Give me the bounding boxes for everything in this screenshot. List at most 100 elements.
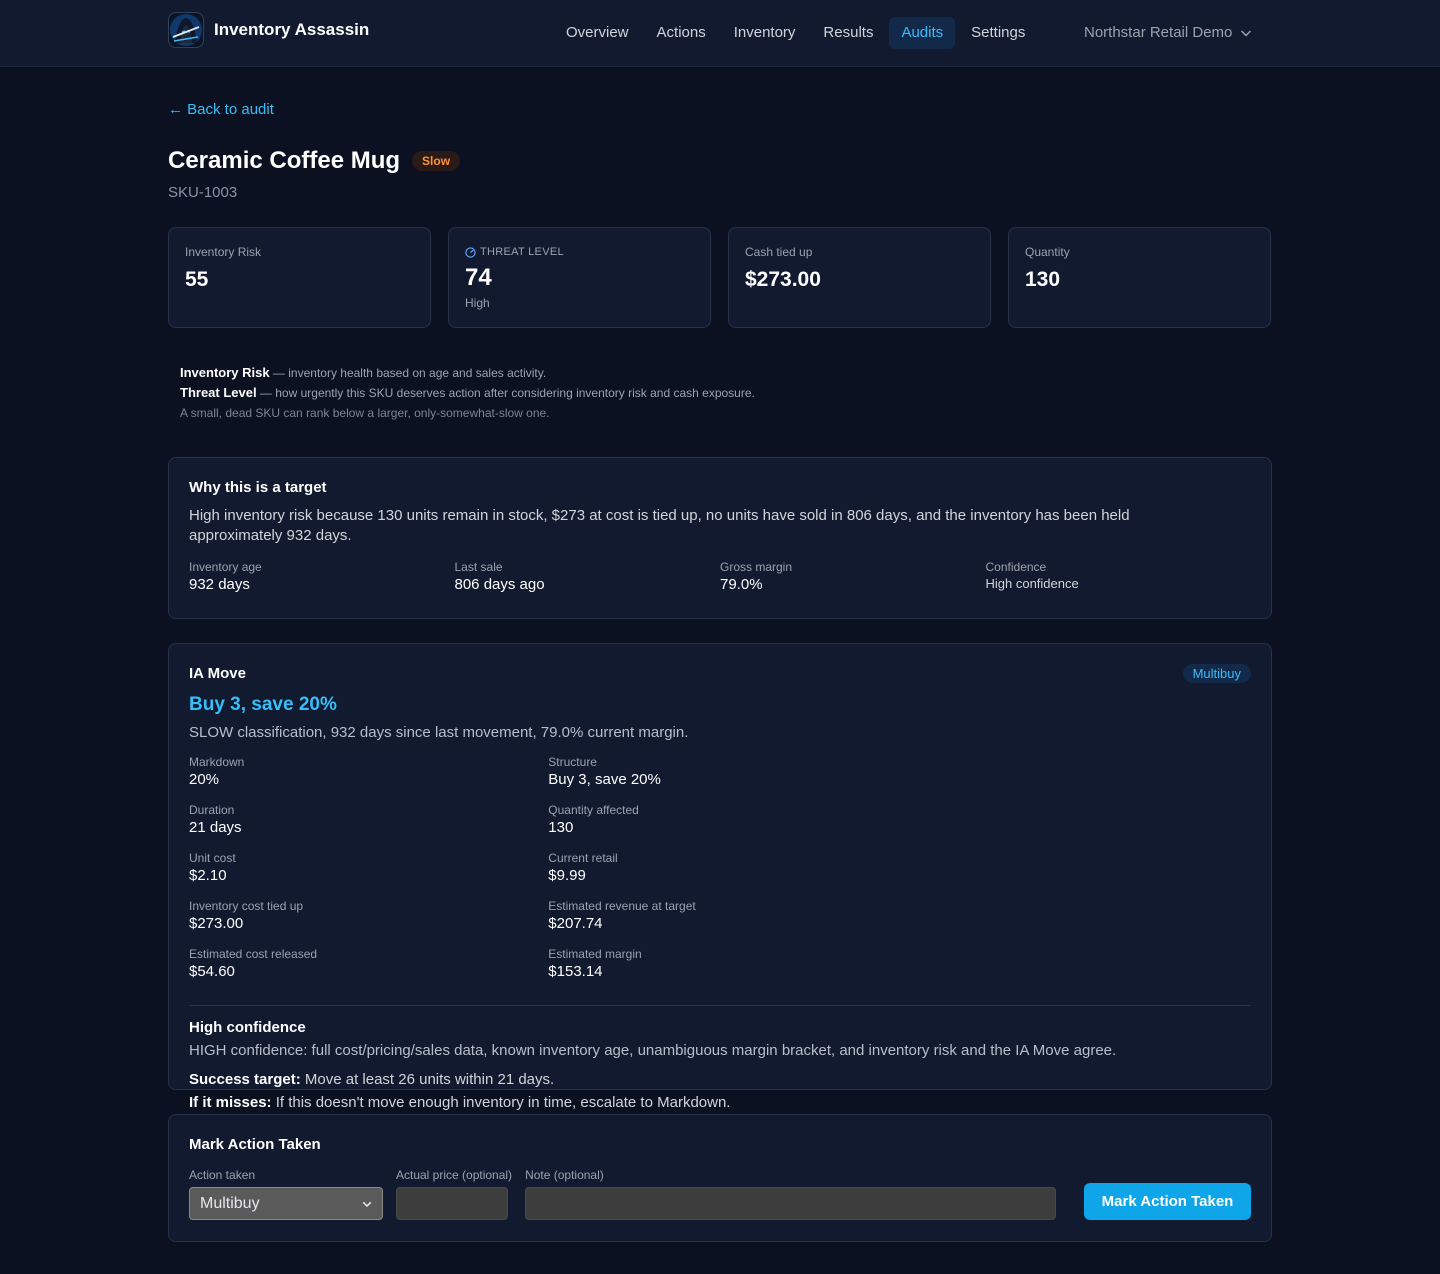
note-input[interactable] (525, 1187, 1057, 1220)
divider (189, 1005, 1251, 1006)
card-title: IA Move (189, 665, 246, 682)
note-field: Note (optional) (525, 1168, 1057, 1220)
metric-inventory-age: Inventory age 932 days (189, 560, 455, 593)
legend-threat: Threat Level — how urgently this SKU des… (180, 383, 755, 403)
detail-structure: Structure Buy 3, save 20% (548, 755, 907, 803)
stat-cards: Inventory Risk 55 THREAT LEVEL 74 High C… (168, 227, 1272, 328)
metric-last-sale: Last sale 806 days ago (455, 560, 721, 593)
stat-card-cash-tied-up: Cash tied up $273.00 (728, 227, 991, 328)
nav-actions[interactable]: Actions (645, 17, 718, 49)
detail-current-retail: Current retail $9.99 (548, 851, 907, 899)
detail-estimated-cost-released: Estimated cost released $54.60 (189, 947, 548, 995)
nav-audits[interactable]: Audits (889, 17, 956, 49)
brand-name: Inventory Assassin (214, 20, 370, 39)
field-label: Note (optional) (525, 1168, 604, 1182)
stat-label: Inventory Risk (185, 245, 262, 259)
detail-label: Inventory cost tied up (189, 899, 304, 913)
app-logo-icon (168, 12, 204, 48)
success-target: Success target: Move at least 26 units w… (189, 1071, 1251, 1088)
field-label: Action taken (189, 1168, 256, 1182)
nav-results[interactable]: Results (811, 17, 885, 49)
miss-fallback: If it misses: If this doesn't move enoug… (189, 1094, 1251, 1111)
why-explanation: High inventory risk because 130 units re… (189, 507, 1130, 544)
actual-price-field: Actual price (optional) (396, 1168, 512, 1220)
detail-value: $273.00 (189, 915, 244, 932)
chevron-down-icon (1241, 30, 1252, 37)
detail-label: Estimated revenue at target (548, 899, 696, 913)
legend-term: Threat Level (180, 385, 257, 400)
stat-value: 55 (185, 268, 209, 291)
move-details: Markdown 20% Structure Buy 3, save 20% D… (189, 755, 1251, 995)
detail-estimated-margin: Estimated margin $153.14 (548, 947, 907, 995)
title-row: Ceramic Coffee Mug Slow (168, 147, 461, 175)
stat-label-row: THREAT LEVEL (465, 244, 694, 260)
nav-inventory[interactable]: Inventory (722, 17, 808, 49)
actual-price-input[interactable] (396, 1187, 508, 1220)
metric-label: Confidence (985, 560, 1047, 574)
action-form: Action taken Multibuy Actual price (opti… (189, 1168, 1069, 1220)
metric-label: Inventory age (189, 560, 262, 574)
metric-legend: Inventory Risk — inventory health based … (180, 363, 755, 423)
threat-level-rating: High (465, 296, 490, 310)
detail-value: 130 (548, 819, 574, 836)
detail-label: Markdown (189, 755, 245, 769)
ia-move-card: IA Move Multibuy Buy 3, save 20% SLOW cl… (168, 643, 1272, 1111)
confidence-title: High confidence (189, 1019, 306, 1036)
stat-value: 130 (1025, 268, 1061, 291)
legend-term: Inventory Risk (180, 365, 270, 380)
org-switcher[interactable]: Northstar Retail Demo (1084, 17, 1252, 49)
stat-label: Cash tied up (745, 245, 813, 259)
stat-card-quantity: Quantity 130 (1008, 227, 1271, 328)
legend-desc: — how urgently this SKU deserves action … (256, 386, 755, 400)
stat-value: $273.00 (745, 268, 821, 291)
why-target-card: Why this is a target High inventory risk… (168, 457, 1272, 619)
action-taken-select[interactable]: Multibuy (189, 1187, 383, 1220)
detail-value: $153.14 (548, 963, 603, 980)
main-nav: Overview Actions Inventory Results Audit… (554, 17, 1041, 49)
detail-label: Estimated margin (548, 947, 642, 961)
metric-value: 932 days (189, 576, 250, 593)
action-taken-field: Action taken Multibuy (189, 1168, 383, 1220)
stat-card-threat-level: THREAT LEVEL 74 High (448, 227, 711, 328)
miss-text: If this doesn't move enough inventory in… (271, 1094, 731, 1111)
success-text: Move at least 26 units within 21 days. (300, 1071, 555, 1088)
legend-note: A small, dead SKU can rank below a large… (180, 406, 550, 420)
card-title: Why this is a target (189, 479, 327, 496)
legend-desc: — inventory health based on age and sale… (269, 366, 547, 380)
brand[interactable]: Inventory Assassin (168, 12, 369, 48)
field-label: Actual price (optional) (396, 1168, 513, 1182)
nav-overview[interactable]: Overview (554, 17, 641, 49)
why-metrics: Inventory age 932 days Last sale 806 day… (189, 560, 1251, 593)
selected-value: Multibuy (200, 1194, 260, 1212)
stat-label: Quantity (1025, 245, 1070, 259)
metric-gross-margin: Gross margin 79.0% (720, 560, 986, 593)
confidence-text: HIGH confidence: full cost/pricing/sales… (189, 1042, 1117, 1059)
stat-card-inventory-risk: Inventory Risk 55 (168, 227, 431, 328)
detail-value: 21 days (189, 819, 242, 836)
top-navigation-bar: Inventory Assassin Overview Actions Inve… (0, 0, 1440, 67)
detail-value: $207.74 (548, 915, 603, 932)
move-headline: Buy 3, save 20% (189, 694, 337, 715)
gauge-icon (465, 246, 476, 258)
legend-risk: Inventory Risk — inventory health based … (180, 363, 755, 383)
card-title: Mark Action Taken (189, 1136, 321, 1153)
detail-label: Unit cost (189, 851, 236, 865)
status-badge: Slow (412, 151, 461, 171)
detail-label: Current retail (548, 851, 618, 865)
page-title: Ceramic Coffee Mug (168, 147, 401, 174)
back-to-audit-link[interactable]: ← Back to audit (168, 101, 274, 118)
detail-unit-cost: Unit cost $2.10 (189, 851, 548, 899)
success-label: Success target: (189, 1071, 301, 1088)
detail-label: Quantity affected (548, 803, 639, 817)
detail-value: $9.99 (548, 867, 586, 884)
mark-action-taken-button[interactable]: Mark Action Taken (1084, 1183, 1251, 1220)
detail-label: Duration (189, 803, 235, 817)
detail-value: $54.60 (189, 963, 235, 980)
nav-settings[interactable]: Settings (959, 17, 1037, 49)
detail-estimated-revenue: Estimated revenue at target $207.74 (548, 899, 907, 947)
miss-label: If it misses: (189, 1094, 272, 1111)
move-description: SLOW classification, 932 days since last… (189, 724, 689, 741)
chevron-down-icon (362, 1201, 372, 1207)
metric-confidence: Confidence High confidence (986, 560, 1252, 593)
sku-label: SKU-1003 (168, 184, 238, 201)
